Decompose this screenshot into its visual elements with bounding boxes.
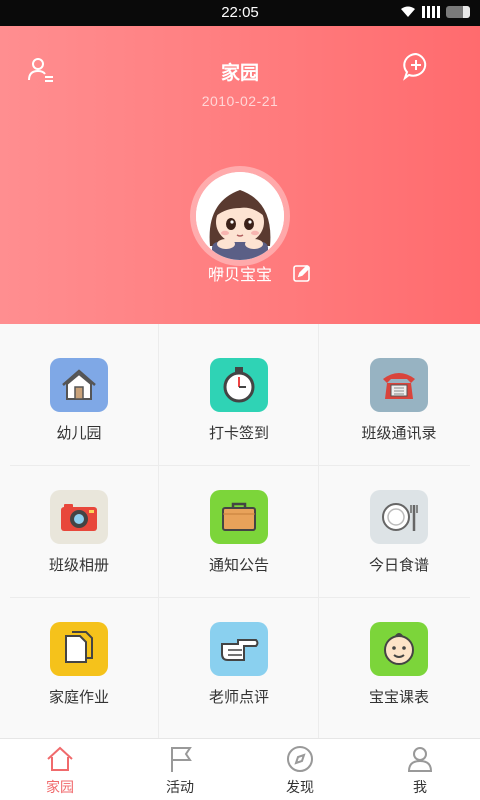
person-icon <box>407 747 433 772</box>
grid-item-label: 家庭作业 <box>48 688 109 706</box>
grid-item-label: 打卡签到 <box>208 424 269 442</box>
grid-item-schedule[interactable]: 宝宝课表 <box>320 588 478 722</box>
bottom-nav: 家园 活动 发现 我 <box>0 738 480 800</box>
girl-avatar-icon <box>196 172 284 260</box>
chat-add-icon <box>403 52 427 81</box>
grid-item-label: 通知公告 <box>208 556 269 574</box>
grid-item-teacher-comment[interactable]: 老师点评 <box>160 588 318 722</box>
grid-item-homework[interactable]: 家庭作业 <box>0 588 158 722</box>
status-bar: 22:05 <box>0 0 480 26</box>
compass-icon <box>287 746 313 772</box>
function-grid: 幼儿园 打卡签到 班级通讯录 班级相册 通知公告 今日食谱 家庭作业 老师点评 … <box>0 324 480 738</box>
grid-item-label: 班级相册 <box>48 556 109 574</box>
grid-item-notice[interactable]: 通知公告 <box>160 456 318 590</box>
grid-item-label: 今日食谱 <box>368 556 429 574</box>
tab-label: 活动 <box>166 780 194 796</box>
tab-discover[interactable]: 发现 <box>240 739 360 800</box>
grid-item-label: 班级通讯录 <box>361 424 437 442</box>
wifi-icon <box>401 6 415 17</box>
grid-item-contacts[interactable]: 班级通讯录 <box>320 324 478 458</box>
signal-icon <box>422 6 440 18</box>
briefcase-icon <box>210 490 268 544</box>
grid-item-label: 老师点评 <box>208 688 269 706</box>
grid-item-label: 宝宝课表 <box>368 688 429 706</box>
tab-label: 我 <box>413 780 427 796</box>
grid-item-check-in[interactable]: 打卡签到 <box>160 324 318 458</box>
tab-me[interactable]: 我 <box>360 739 480 800</box>
header-date: 2010-02-21 <box>201 93 279 109</box>
avatar[interactable] <box>190 166 290 266</box>
grid-item-label: 幼儿园 <box>56 424 102 442</box>
home-icon <box>47 746 73 771</box>
pointing-hand-icon <box>210 622 268 676</box>
tab-label: 发现 <box>286 780 314 796</box>
tab-activity[interactable]: 活动 <box>120 739 240 800</box>
grid-item-menu[interactable]: 今日食谱 <box>320 456 478 590</box>
plate-fork-icon <box>370 490 428 544</box>
camera-icon <box>50 490 108 544</box>
flag-icon <box>171 747 192 772</box>
profile-header: 家园 2010-02-21 咿贝宝宝 <box>0 26 480 324</box>
grid-item-album[interactable]: 班级相册 <box>0 456 158 590</box>
add-message-button[interactable] <box>400 50 432 82</box>
tab-label: 家园 <box>46 780 74 796</box>
baby-face-icon <box>370 622 428 676</box>
telephone-icon <box>370 358 428 412</box>
tab-home[interactable]: 家园 <box>0 739 120 800</box>
edit-icon <box>293 264 311 282</box>
house-icon <box>50 358 108 412</box>
grid-item-kindergarten[interactable]: 幼儿园 <box>0 324 158 458</box>
documents-icon <box>50 622 108 676</box>
edit-profile-button[interactable] <box>292 263 312 283</box>
nickname: 咿贝宝宝 <box>207 265 272 284</box>
battery-icon <box>446 6 470 18</box>
stopwatch-icon <box>210 358 268 412</box>
